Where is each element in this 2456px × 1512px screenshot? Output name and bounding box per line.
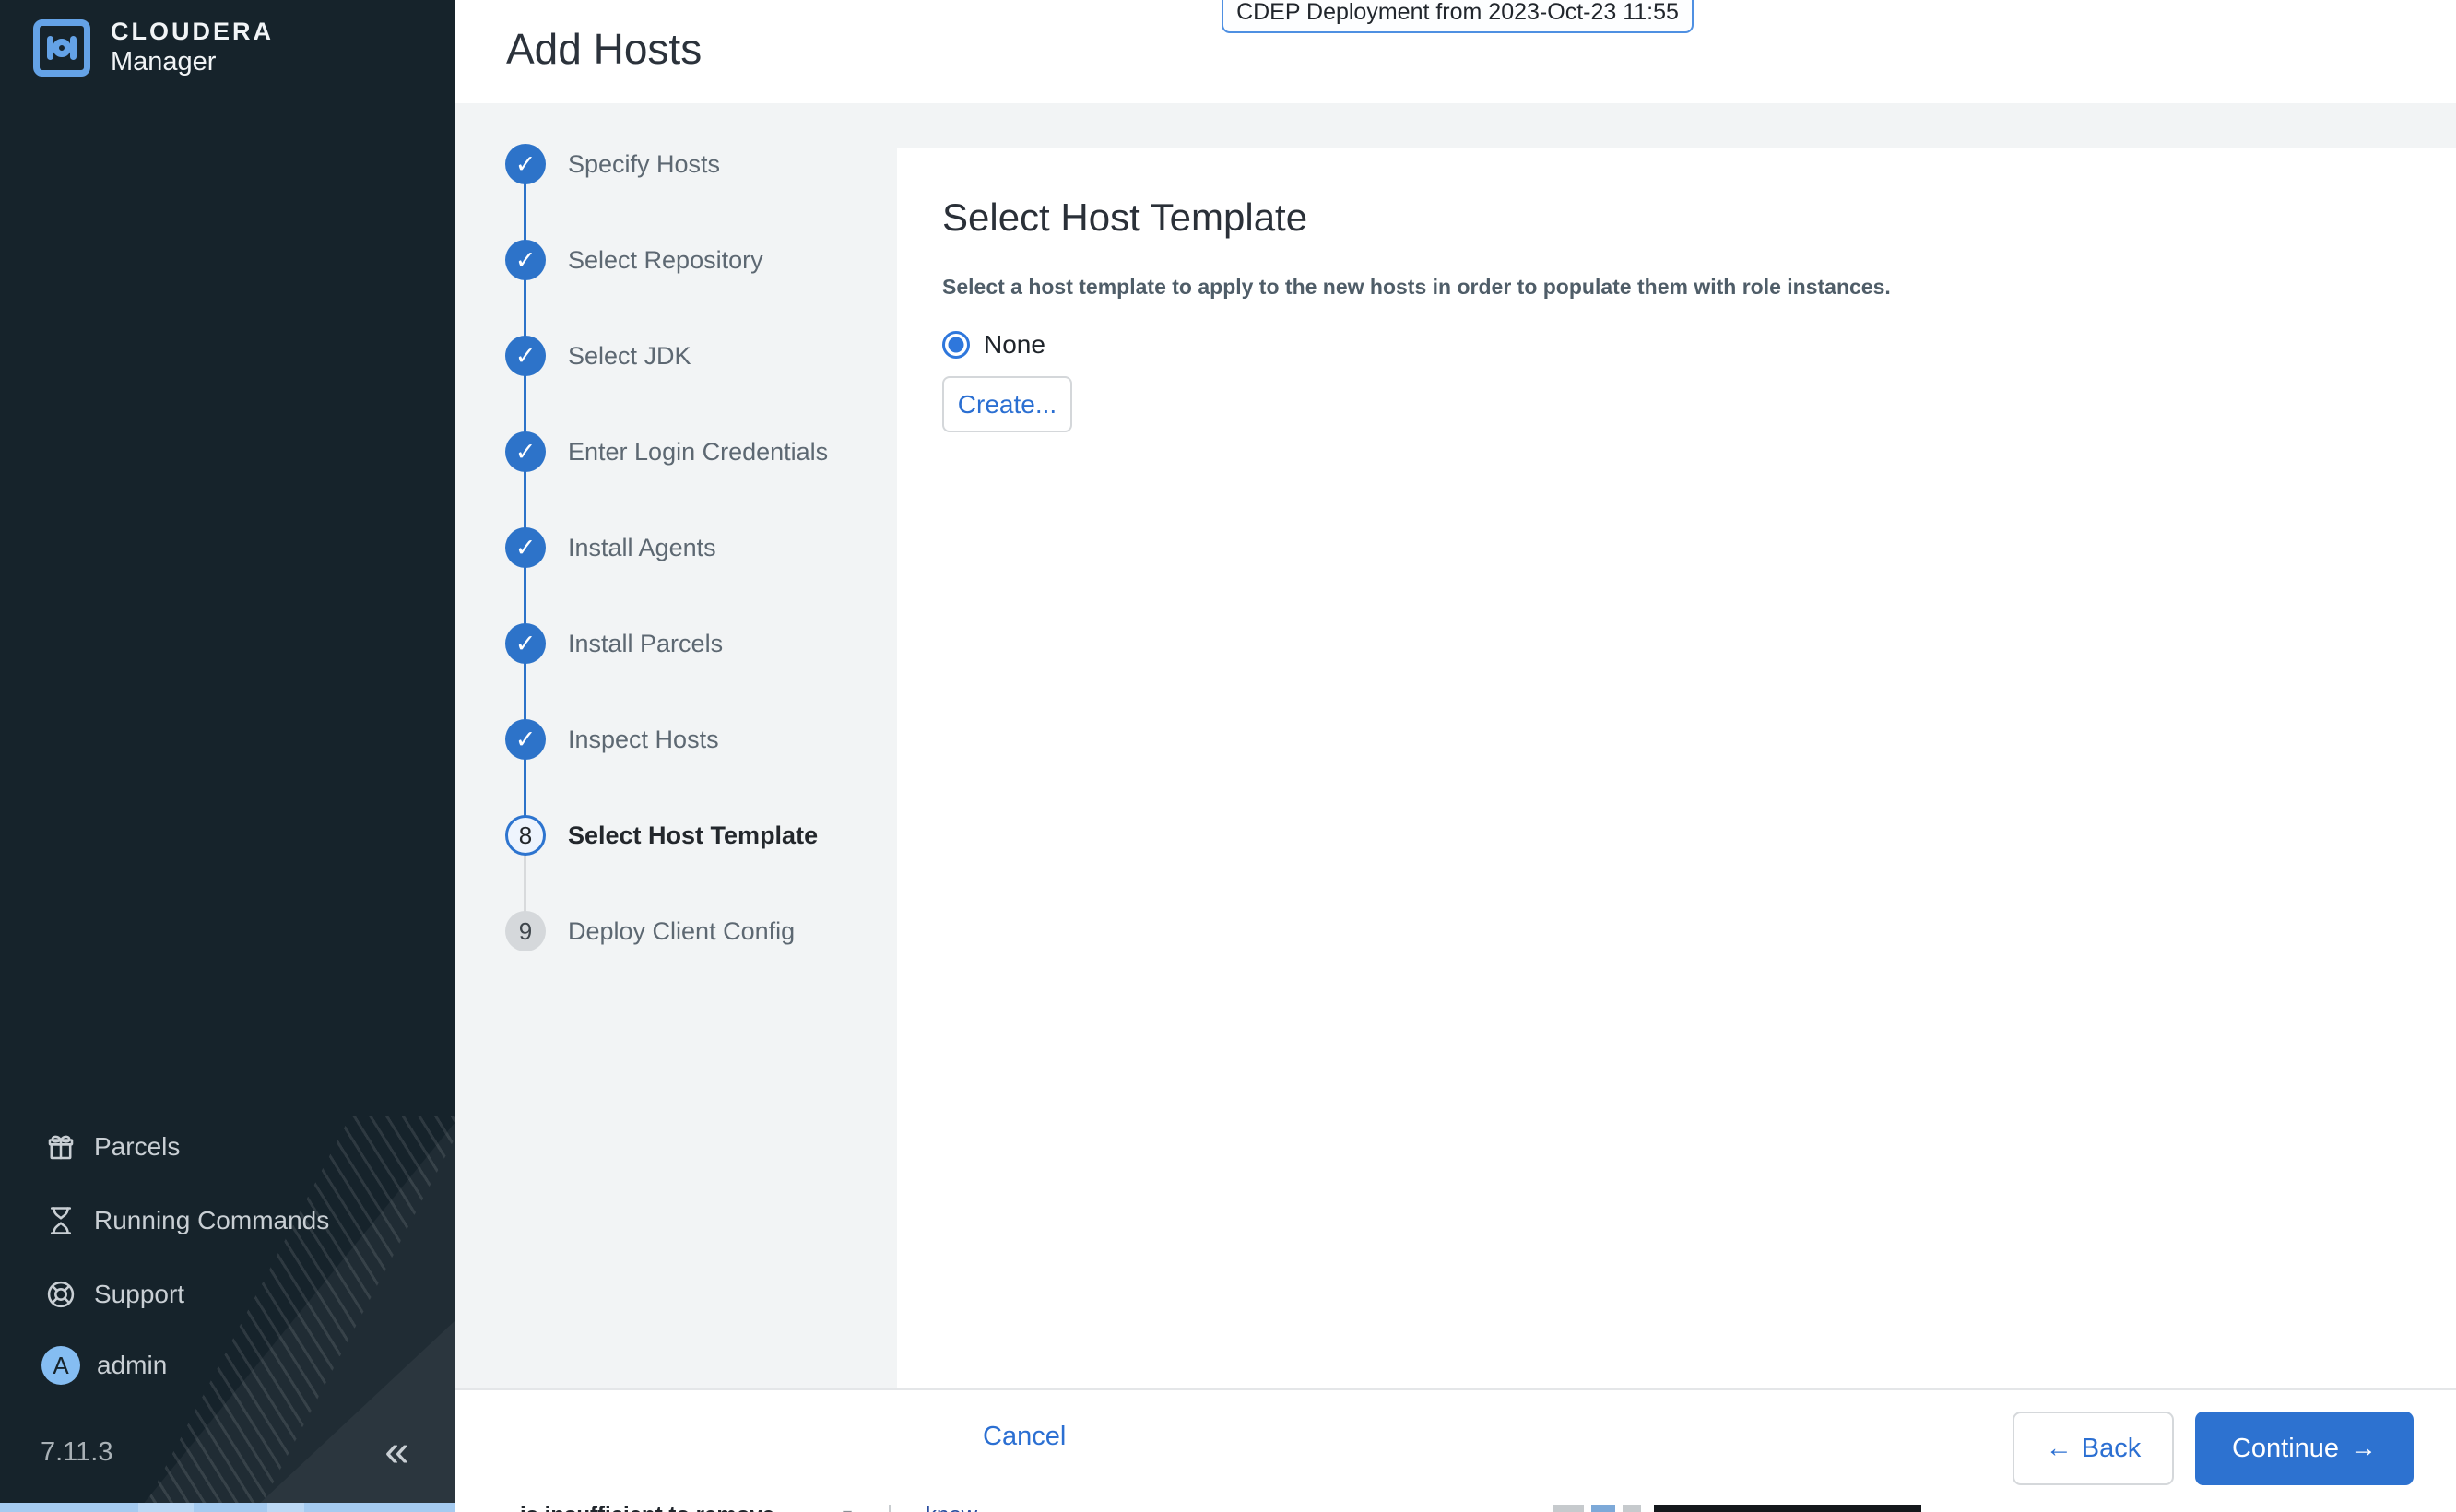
wizard-step-inspect-hosts[interactable]: ✓ Inspect Hosts (455, 719, 897, 760)
step-label: Select Repository (568, 245, 763, 274)
step-check-icon: ✓ (505, 336, 546, 376)
step-check-icon: ✓ (505, 144, 546, 184)
content-heading: Select Host Template (942, 195, 1308, 239)
content-description: Select a host template to apply to the n… (942, 275, 1891, 299)
radio-label: None (984, 330, 1045, 359)
back-label: Back (2081, 1433, 2142, 1463)
step-label: Inspect Hosts (568, 725, 719, 753)
wizard-step-select-repository[interactable]: ✓ Select Repository (455, 240, 897, 280)
sidebar-item-support[interactable]: Support (0, 1258, 455, 1331)
cloudera-logo-icon (33, 18, 90, 77)
horizontal-scrollbar[interactable] (0, 1503, 455, 1512)
sidebar-item-label: admin (97, 1351, 168, 1379)
step-label: Install Agents (568, 533, 716, 561)
back-arrow-icon: ← (2045, 1433, 2072, 1463)
deployment-badge: CDEP Deployment from 2023-Oct-23 11:55 (1222, 0, 1694, 33)
app-sidebar: CLOUDERA Manager Parcels Running Commands… (0, 0, 455, 1512)
step-label: Install Parcels (568, 629, 724, 657)
step-number: 8 (505, 815, 546, 856)
sidebar-version-row: 7.11.3 « (0, 1424, 455, 1485)
sidebar-item-label: Support (94, 1280, 185, 1308)
cloudera-manager-logo[interactable]: CLOUDERA Manager (33, 18, 274, 77)
avatar: A (41, 1346, 80, 1385)
parcel-gift-icon (44, 1130, 77, 1164)
sidebar-item-parcels[interactable]: Parcels (0, 1110, 455, 1184)
content-panel (897, 148, 2456, 1388)
collapse-sidebar-icon[interactable]: « (384, 1426, 409, 1477)
brand-name: CLOUDERA (111, 18, 274, 45)
step-label: Select JDK (568, 341, 691, 370)
step-check-icon: ✓ (505, 240, 546, 280)
wizard-step-install-parcels[interactable]: ✓ Install Parcels (455, 623, 897, 664)
wizard-step-install-agents[interactable]: ✓ Install Agents (455, 527, 897, 568)
radio-button-icon[interactable] (942, 331, 970, 359)
step-check-icon: ✓ (505, 623, 546, 664)
continue-button[interactable]: Continue → (2195, 1412, 2414, 1485)
step-check-icon: ✓ (505, 719, 546, 760)
wizard-footer: Cancel ← Back Continue → (455, 1388, 2456, 1505)
page-title: Add Hosts (506, 25, 703, 73)
page-header: Add Hosts CDEP Deployment from 2023-Oct-… (455, 0, 2456, 103)
sidebar-item-label: Running Commands (94, 1206, 330, 1234)
back-button[interactable]: ← Back (2013, 1412, 2174, 1485)
sidebar-item-admin[interactable]: Aadmin (0, 1329, 455, 1402)
wizard-step-select-host-template[interactable]: 8 Select Host Template (455, 815, 897, 856)
step-number: 9 (505, 911, 546, 951)
sidebar-item-running-commands[interactable]: Running Commands (0, 1184, 455, 1258)
host-template-radio-none[interactable]: None (942, 330, 1045, 360)
continue-label: Continue (2231, 1433, 2340, 1463)
step-label: Deploy Client Config (568, 916, 796, 945)
create-template-button[interactable]: Create... (942, 376, 1072, 432)
step-check-icon: ✓ (505, 527, 546, 568)
brand-product: Manager (111, 46, 217, 77)
wizard-steps-nav: ✓ Specify Hosts ✓ Select Repository ✓ Select … (455, 103, 897, 1388)
sidebar-item-label: Parcels (94, 1132, 181, 1161)
version-label: 7.11.3 (41, 1437, 113, 1467)
step-check-icon: ✓ (505, 431, 546, 472)
wizard-step-select-jdk[interactable]: ✓ Select JDK (455, 336, 897, 376)
hourglass-icon (44, 1204, 77, 1237)
wizard-step-deploy-client-config: 9 Deploy Client Config (455, 911, 897, 951)
cancel-link[interactable]: Cancel (983, 1422, 1066, 1452)
wizard-step-specify-hosts[interactable]: ✓ Specify Hosts (455, 144, 897, 184)
life-ring-icon (44, 1278, 77, 1311)
step-label: Enter Login Credentials (568, 437, 829, 466)
continue-arrow-icon: → (2350, 1433, 2378, 1463)
wizard-step-enter-login-credentials[interactable]: ✓ Enter Login Credentials (455, 431, 897, 472)
step-label: Specify Hosts (568, 149, 721, 178)
step-label: Select Host Template (568, 821, 819, 849)
